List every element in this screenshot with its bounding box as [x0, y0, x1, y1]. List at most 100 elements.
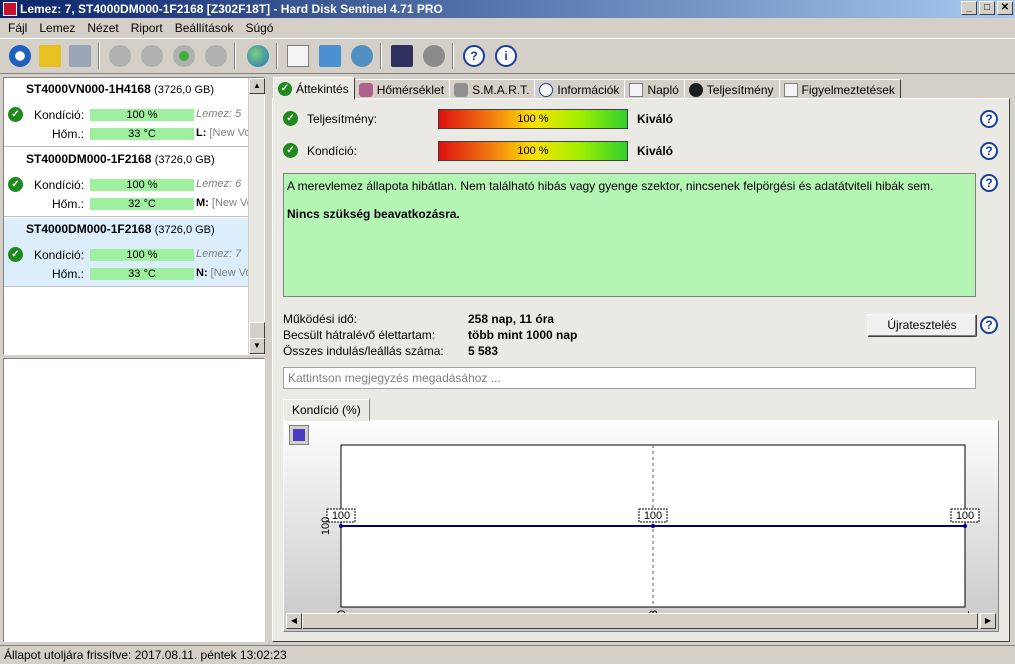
- help-icon[interactable]: ?: [980, 316, 998, 334]
- disk-name: ST4000VN000-1H4168: [26, 82, 151, 96]
- close-button[interactable]: ✕: [997, 1, 1013, 15]
- disk-number: Lemez: 7: [196, 248, 242, 260]
- health-rating: Kiváló: [637, 144, 674, 158]
- help-icon[interactable]: ?: [460, 42, 488, 70]
- menu-disk[interactable]: Lemez: [33, 21, 81, 35]
- check-icon: ✓: [278, 81, 292, 96]
- tab-label: Teljesítmény: [706, 82, 774, 97]
- title-bar: Lemez: 7, ST4000DM000-1F2168 [Z302F18T] …: [0, 0, 1015, 18]
- condition-bar: 100 %: [90, 179, 194, 191]
- tab-overview[interactable]: ✓ Áttekintés: [273, 77, 355, 100]
- condition-chart: 1002017.07.301002017.08.031002017.08.111…: [320, 444, 980, 615]
- start-stop-label: Összes indulás/leállás száma:: [283, 344, 444, 358]
- disk-item[interactable]: ST4000DM000-1F2168 (3726,0 GB) ✓ Kondíci…: [4, 148, 253, 217]
- smart-icon: [454, 82, 469, 97]
- temperature-label: Hőm.:: [52, 267, 85, 281]
- condition-bar: 100 %: [90, 109, 194, 121]
- data-label: 100: [332, 510, 350, 522]
- retest-button[interactable]: Újratesztelés: [867, 314, 977, 337]
- tab-label: Hőmérséklet: [376, 82, 445, 97]
- menu-file[interactable]: Fájl: [2, 21, 33, 35]
- disk-number: Lemez: 5: [196, 108, 242, 120]
- minimize-button[interactable]: _: [961, 1, 977, 15]
- scroll-right-icon[interactable]: ▶: [980, 613, 996, 629]
- data-label: 100: [644, 510, 662, 522]
- menu-report[interactable]: Riport: [125, 21, 169, 35]
- menu-bar: Fájl Lemez Nézet Riport Beállítások Súgó: [0, 18, 1015, 38]
- scroll-left-icon[interactable]: ◀: [286, 613, 302, 629]
- ok-check-icon: ✓: [283, 111, 298, 126]
- power-on-label: Működési idő:: [283, 312, 358, 326]
- chart-scrollbar[interactable]: ◀ ▶: [286, 613, 996, 629]
- tab-temperature[interactable]: Hőmérséklet: [353, 79, 451, 100]
- disk-size: (3726,0 GB): [154, 154, 215, 166]
- lifetime-value: több mint 1000 nap: [468, 328, 578, 342]
- menu-view[interactable]: Nézet: [81, 21, 124, 35]
- disk-size: (3726,0 GB): [154, 84, 215, 96]
- health-row: ✓ Kondíció: 100 % Kiváló: [283, 141, 1003, 161]
- disk-item-selected[interactable]: ST4000DM000-1F2168 (3726,0 GB) ✓ Kondíci…: [4, 218, 252, 287]
- tab-label: Információk: [557, 82, 620, 97]
- performance-label: Teljesítmény:: [307, 112, 378, 126]
- condition-label: Kondíció:: [34, 248, 85, 262]
- report-icon[interactable]: [284, 42, 312, 70]
- disk-list-scrollbar[interactable]: ▲ ▼: [248, 78, 265, 354]
- performance-meter: 100 %: [438, 109, 628, 129]
- disk-item[interactable]: ST4000VN000-1H4168 (3726,0 GB) ✓ Kondíci…: [4, 78, 250, 147]
- refresh-icon[interactable]: [6, 42, 34, 70]
- sound-icon[interactable]: [420, 42, 448, 70]
- sync-icon[interactable]: [316, 42, 344, 70]
- network-icon[interactable]: [348, 42, 376, 70]
- tab-log[interactable]: Napló: [624, 79, 685, 100]
- disk-tool-icon[interactable]: [202, 42, 230, 70]
- temperature-bar: 33 °C: [90, 268, 194, 280]
- data-point: [651, 524, 655, 528]
- config-icon[interactable]: [388, 42, 416, 70]
- action-text: Nincs szükség beavatkozásra.: [287, 207, 460, 221]
- volume-letter: N:: [196, 267, 208, 279]
- tab-information[interactable]: Információk: [534, 79, 626, 100]
- help-icon[interactable]: ?: [980, 142, 998, 160]
- disk-size: (3726,0 GB): [154, 224, 215, 236]
- tab-performance[interactable]: Teljesítmény: [683, 79, 780, 100]
- info-icon[interactable]: i: [492, 42, 520, 70]
- globe-icon[interactable]: [244, 42, 272, 70]
- volume-letter: M:: [196, 197, 209, 209]
- tab-label: Áttekintés: [296, 81, 349, 96]
- disk-test-2-icon[interactable]: [138, 42, 166, 70]
- scroll-up-icon[interactable]: ▲: [249, 78, 265, 94]
- data-point: [963, 524, 967, 528]
- note-input[interactable]: Kattintson megjegyzés megadásához ...: [283, 367, 976, 389]
- overview-panel: ✓ Teljesítmény: 100 % Kiváló ? ✓ Kondíci…: [272, 98, 1010, 642]
- maximize-button[interactable]: □: [979, 1, 995, 15]
- disk-name: ST4000DM000-1F2168: [26, 222, 152, 236]
- scroll-down-icon[interactable]: ▼: [249, 338, 265, 354]
- performance-icon: [688, 82, 703, 97]
- health-label: Kondíció:: [307, 144, 358, 158]
- disk-number: Lemez: 6: [196, 178, 242, 190]
- help-icon[interactable]: ?: [980, 174, 998, 192]
- tab-label: Figyelmeztetések: [801, 82, 895, 97]
- menu-settings[interactable]: Beállítások: [169, 21, 240, 35]
- disk-test-icon[interactable]: [106, 42, 134, 70]
- scroll-thumb[interactable]: [302, 613, 978, 629]
- condition-label: Kondíció:: [34, 178, 85, 192]
- log-icon: [629, 82, 644, 97]
- alert-icon[interactable]: [36, 42, 64, 70]
- tab-smart[interactable]: S.M.A.R.T.: [449, 79, 536, 100]
- disk-check-icon[interactable]: [170, 42, 198, 70]
- tab-alerts[interactable]: Figyelmeztetések: [778, 79, 901, 100]
- data-label: 100: [956, 510, 974, 522]
- thermometer-icon: [358, 82, 373, 97]
- ok-check-icon: ✓: [283, 143, 298, 158]
- chart-tab-condition[interactable]: Kondíció (%): [283, 399, 370, 421]
- help-icon[interactable]: ?: [980, 110, 998, 128]
- alerts-icon: [783, 82, 798, 97]
- window-title: Lemez: 7, ST4000DM000-1F2168 [Z302F18T] …: [20, 2, 443, 16]
- disk-info-icon[interactable]: [66, 42, 94, 70]
- y-tick-label: 100: [320, 517, 332, 535]
- tab-label: S.M.A.R.T.: [472, 82, 530, 97]
- condition-bar: 100 %: [90, 249, 194, 261]
- app-icon: [3, 2, 17, 16]
- menu-help[interactable]: Súgó: [239, 21, 279, 35]
